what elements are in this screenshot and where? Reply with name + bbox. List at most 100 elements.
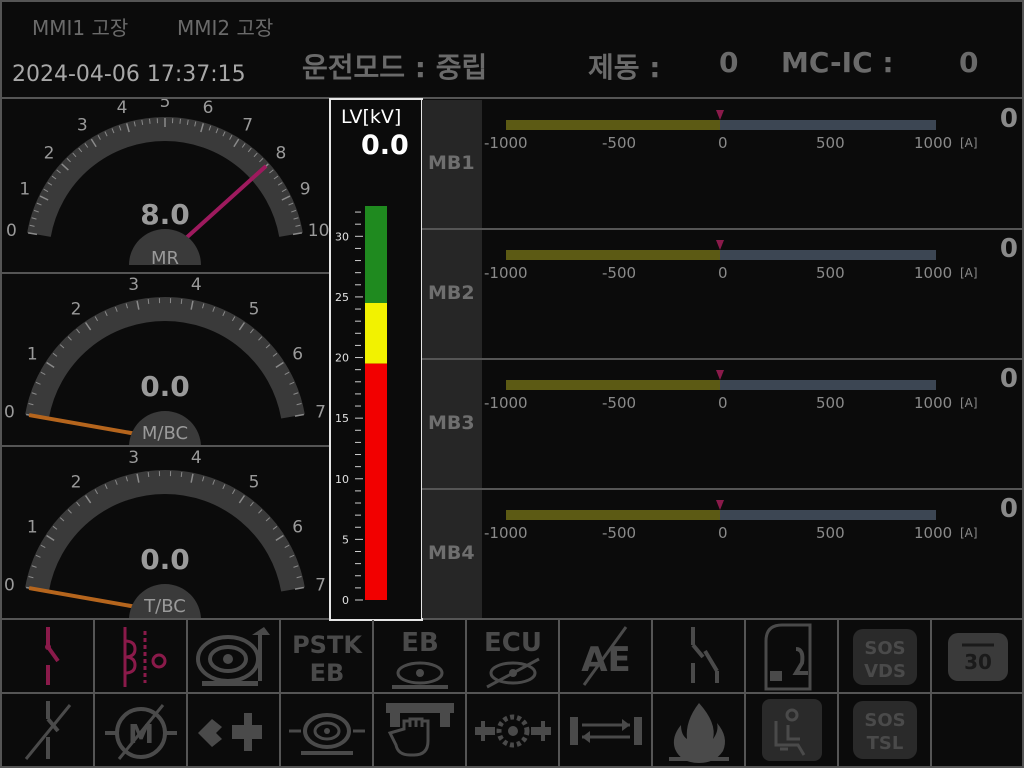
mb-row-mb4: MB4 -1000 -500 0 500 1000 [A] 0 [422, 490, 1024, 618]
gauge-tick-label: 1 [19, 180, 30, 200]
hand-glyph [386, 703, 454, 757]
switch-glyph [691, 627, 719, 683]
gauge-tick-label: 7 [242, 116, 253, 136]
icon-label: AE [581, 640, 631, 680]
sos-tsl-icon[interactable]: SOS TSL [839, 695, 931, 767]
gauge-tick-label: 0 [4, 576, 15, 596]
ecu-icon[interactable]: ECU [467, 621, 559, 693]
shape [703, 649, 719, 673]
breaker-open-glyph [45, 627, 60, 685]
lv-scale-label: 5 [342, 533, 349, 546]
shape [570, 717, 578, 745]
brake-value: 0 [719, 46, 739, 79]
shape [792, 647, 808, 675]
gauge-tick-label: 4 [117, 99, 128, 118]
shape [481, 721, 485, 741]
mb-current-marker [716, 500, 724, 510]
datetime-display: 2024-04-06 17:37:15 [12, 62, 246, 87]
icon-label: ECU [484, 628, 542, 658]
icon-label: 30 [964, 650, 992, 674]
mmi1-fault-label: MMI1 고장 [32, 16, 129, 40]
brake-label: 제동 : [588, 51, 661, 84]
icon-label: EB [310, 659, 345, 687]
mb-axis-tick: -500 [602, 524, 637, 542]
mb-axis-tick: -500 [602, 134, 637, 152]
door-driver-icon[interactable] [746, 621, 838, 693]
coupling-icon[interactable] [188, 695, 280, 767]
coupler-arrows-glyph [570, 717, 642, 745]
lv-scale-label: 0 [342, 594, 349, 607]
hand-icon[interactable] [374, 695, 466, 767]
mb-value: 0 [999, 494, 1018, 524]
shape [673, 703, 725, 763]
switch-slash-glyph [24, 701, 72, 760]
shape [622, 719, 630, 731]
lv-bar-svg: 30 25 20 15 10 5 0 [335, 206, 387, 607]
shape [770, 671, 782, 681]
gauge-tick [180, 471, 183, 478]
mb-axis-tick: -1000 [484, 264, 528, 282]
mr-gauge-svg: 0 12 3 4 5 6 7 89 10 8.0 MR [6, 99, 330, 269]
lv-scale-label: 30 [335, 230, 349, 243]
switch-icon[interactable] [653, 621, 745, 693]
gauge-tick-label: 4 [191, 448, 202, 468]
fire-glyph [669, 703, 729, 763]
gear-spark-glyph [475, 714, 551, 748]
icon-label: M [128, 720, 154, 750]
shape [252, 627, 270, 635]
mb-divider [422, 228, 1024, 230]
mb-value: 0 [999, 104, 1018, 134]
gauge-tick-label: 0 [6, 221, 17, 241]
gauge-tick-label: 9 [300, 180, 311, 200]
mb-bar-negative [506, 250, 720, 260]
mb-axis-tick: 500 [816, 264, 845, 282]
mb-axis-tick: 500 [816, 394, 845, 412]
mb-bar-negative [506, 380, 720, 390]
gauge-value: 8.0 [140, 198, 190, 231]
mb-bar-negative [506, 120, 720, 130]
mb-label-cell: MB3 [422, 360, 482, 488]
mb-bar-positive [720, 380, 936, 390]
coil-contactor-icon[interactable] [95, 621, 187, 693]
shape [541, 721, 545, 741]
fire-icon[interactable] [653, 695, 745, 767]
gauge-tick-label: 6 [292, 517, 303, 537]
mb-label: MB1 [428, 152, 475, 174]
driver-seat-icon[interactable] [746, 695, 838, 767]
gauge-tick-label: 6 [203, 99, 214, 118]
switch-slash-icon[interactable] [2, 695, 94, 767]
timer-30-icon[interactable]: 30 [932, 621, 1024, 693]
mb-divider [422, 358, 1024, 360]
compressor-icon[interactable] [188, 621, 280, 693]
eb-icon[interactable]: EB [374, 621, 466, 693]
gauge-tick [179, 118, 181, 124]
ring [151, 653, 167, 669]
mb-current-marker [716, 370, 724, 380]
shape [324, 728, 330, 734]
motor-slash-icon[interactable]: M [95, 695, 187, 767]
sos-vds-icon[interactable]: SOS VDS [839, 621, 931, 693]
mb-bar-positive [720, 250, 936, 260]
gauge-tick-label: 10 [308, 221, 330, 241]
breaker-open-icon[interactable] [2, 621, 94, 693]
mb-axis-tick: -1000 [484, 134, 528, 152]
gauge-tick-label: 3 [128, 448, 139, 468]
mb-label: MB2 [428, 282, 475, 304]
lv-scale-label: 20 [335, 352, 349, 365]
coupler-arrows-icon[interactable] [560, 695, 652, 767]
ae-icon[interactable]: AE [560, 621, 652, 693]
lv-scale-label: 15 [335, 412, 349, 425]
gauge-tick-label: 0 [4, 403, 15, 423]
icon-label: PSTK [292, 631, 363, 659]
ae-glyph: AE [581, 626, 631, 686]
eb-glyph: EB [392, 628, 448, 689]
icon-label: TSL [867, 733, 904, 754]
shape [508, 726, 518, 736]
gear-spark-icon[interactable] [467, 695, 559, 767]
tbc-gauge-svg: 0 1 2 3 4 5 6 7 0.0 T/BC [4, 448, 326, 618]
pstk-eb-icon[interactable]: PSTK EB [281, 621, 373, 693]
compressor-glyph [196, 627, 270, 686]
panel-divider [0, 618, 1024, 620]
mbc-gauge-svg: 0 1 2 3 4 5 6 7 0.0 M/BC [4, 275, 326, 445]
brake-wheel-icon[interactable] [281, 695, 373, 767]
